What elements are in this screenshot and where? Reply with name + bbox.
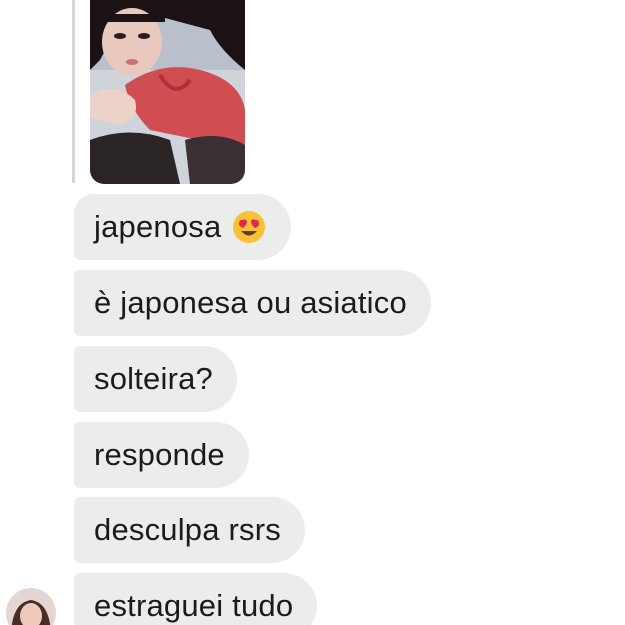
message-bubble[interactable]: responde [74,422,249,488]
message-text: desculpa rsrs [94,512,281,547]
message-bubble[interactable]: è japonesa ou asiatico [74,270,431,336]
shared-photo[interactable] [90,0,245,184]
avatar-image [6,588,56,625]
sender-avatar[interactable] [6,588,56,625]
message-text: è japonesa ou asiatico [94,285,407,320]
message-bubble[interactable]: japenosa [74,194,292,260]
heart-eyes-emoji-icon [231,209,267,245]
message-bubble[interactable]: desculpa rsrs [74,497,305,563]
message-text: solteira? [94,361,213,396]
reply-thread-line [72,0,75,183]
chat-thread: japenosa è japonesa ou asiatico solteira… [0,0,625,625]
message-bubble[interactable]: estraguei tudo [74,573,318,625]
message-text: responde [94,437,225,472]
photo-image [90,0,245,184]
message-text: japenosa [94,209,222,244]
message-text: estraguei tudo [94,588,294,623]
message-bubble[interactable]: solteira? [74,346,237,412]
